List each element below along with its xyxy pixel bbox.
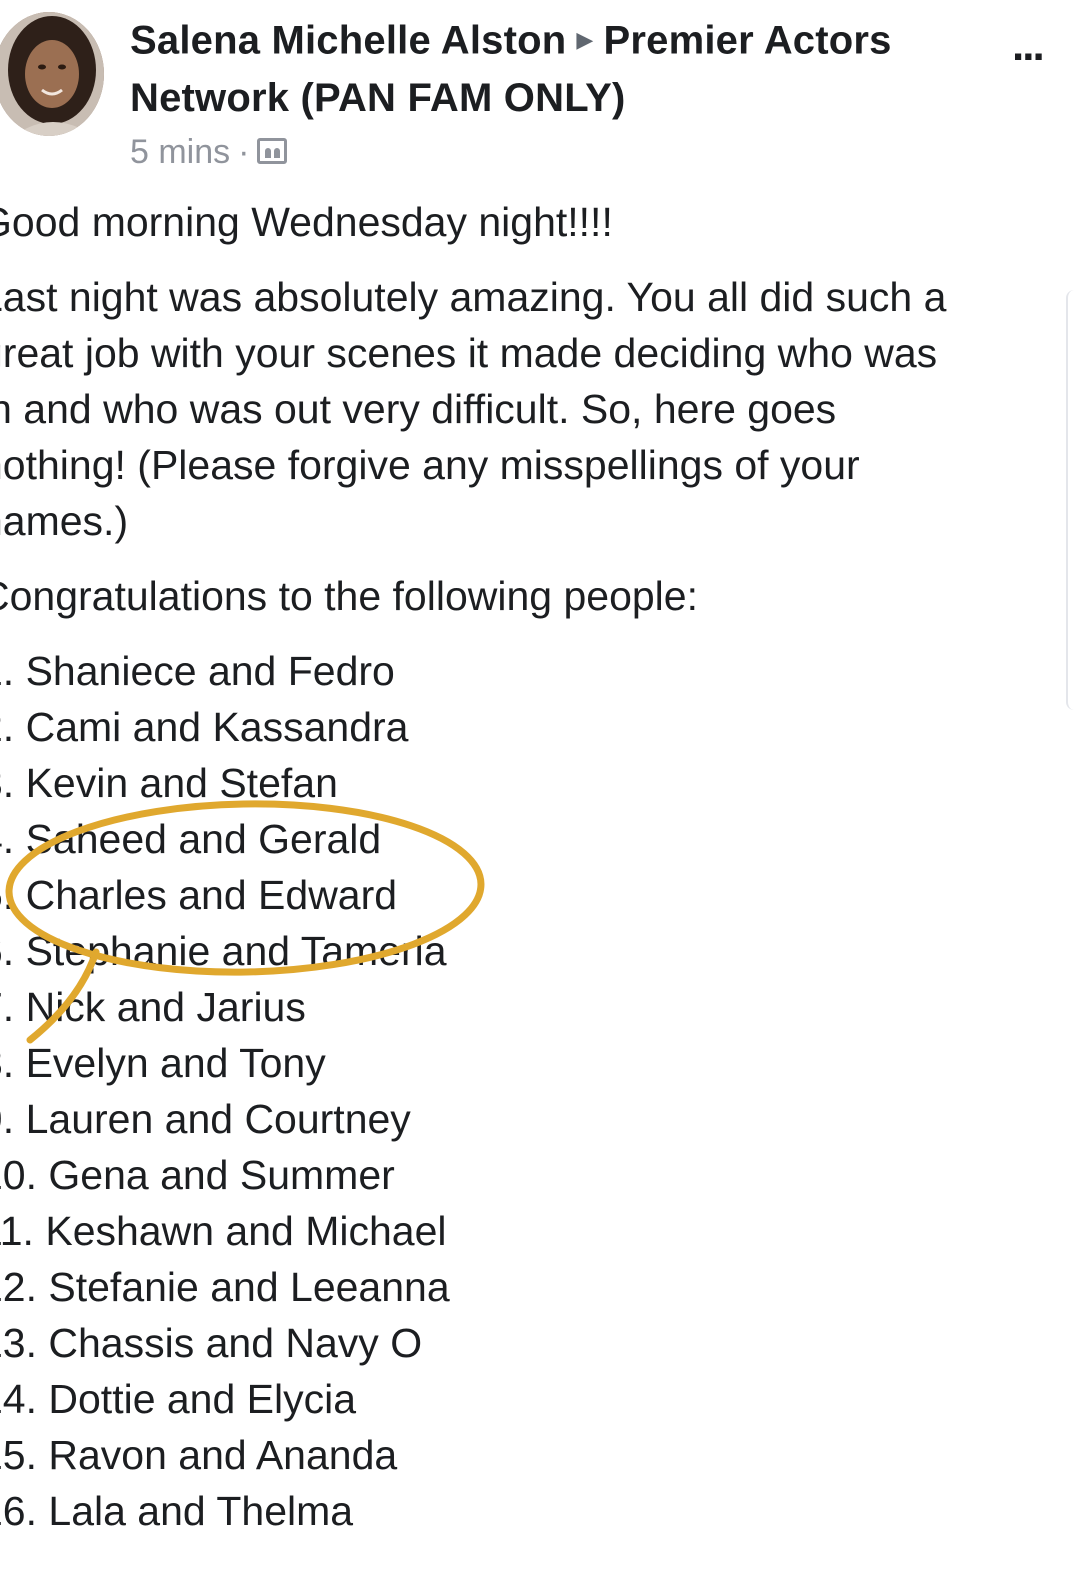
post-title-line: Salena Michelle Alston ▶ Premier Actors Ne… [130, 14, 990, 124]
list-item: 11. Keshawn and Michael [0, 1208, 447, 1254]
list-item: 5. Charles and Edward [0, 872, 398, 918]
scroll-edge [1066, 290, 1078, 710]
list-item: 10. Gena and Summer [0, 1152, 395, 1198]
list-item: 6. Stephanie and Tameria [0, 928, 447, 974]
facebook-group-post: Salena Michelle Alston ▶ Premier Actors Ne… [0, 0, 1078, 1591]
post-paragraph: Last night was absolutely amazing. You a… [0, 274, 947, 544]
author-avatar[interactable] [0, 12, 104, 136]
list-item: 12. Stefanie and Leeanna [0, 1264, 450, 1310]
winners-list: 1. Shaniece and Fedro 2. Cami and Kassan… [0, 643, 1050, 1539]
list-item: 7. Nick and Jarius [0, 984, 306, 1030]
more-options-icon[interactable]: ... [1012, 24, 1045, 68]
list-item: 13. Chassis and Navy O [0, 1320, 423, 1366]
post-intro: Congratulations to the following people: [0, 573, 698, 619]
list-item: 3. Kevin and Stefan [0, 760, 338, 806]
post-greeting: Good morning Wednesday night!!!! [0, 199, 613, 245]
post-meta: 5 mins · [130, 130, 990, 174]
post-header: Salena Michelle Alston ▶ Premier Actors Ne… [130, 14, 990, 174]
list-item: 14. Dottie and Elycia [0, 1376, 357, 1422]
avatar-photo [0, 12, 104, 136]
caret-right-icon: ▶ [576, 27, 594, 52]
list-item: 4. Saheed and Gerald [0, 816, 382, 862]
list-item: 9. Lauren and Courtney [0, 1096, 411, 1142]
author-name-link[interactable]: Salena Michelle Alston [130, 19, 566, 63]
list-item: 2. Cami and Kassandra [0, 704, 409, 750]
list-item: 1. Shaniece and Fedro [0, 648, 395, 694]
list-item: 8. Evelyn and Tony [0, 1040, 326, 1086]
post-body: Good morning Wednesday night!!!! Last ni… [0, 194, 1050, 1539]
post-timestamp[interactable]: 5 mins [130, 133, 230, 171]
meta-separator: · [238, 133, 250, 171]
list-item: 15. Ravon and Ananda [0, 1432, 398, 1478]
list-item: 16. Lala and Thelma [0, 1488, 354, 1534]
group-icon[interactable] [257, 138, 288, 165]
